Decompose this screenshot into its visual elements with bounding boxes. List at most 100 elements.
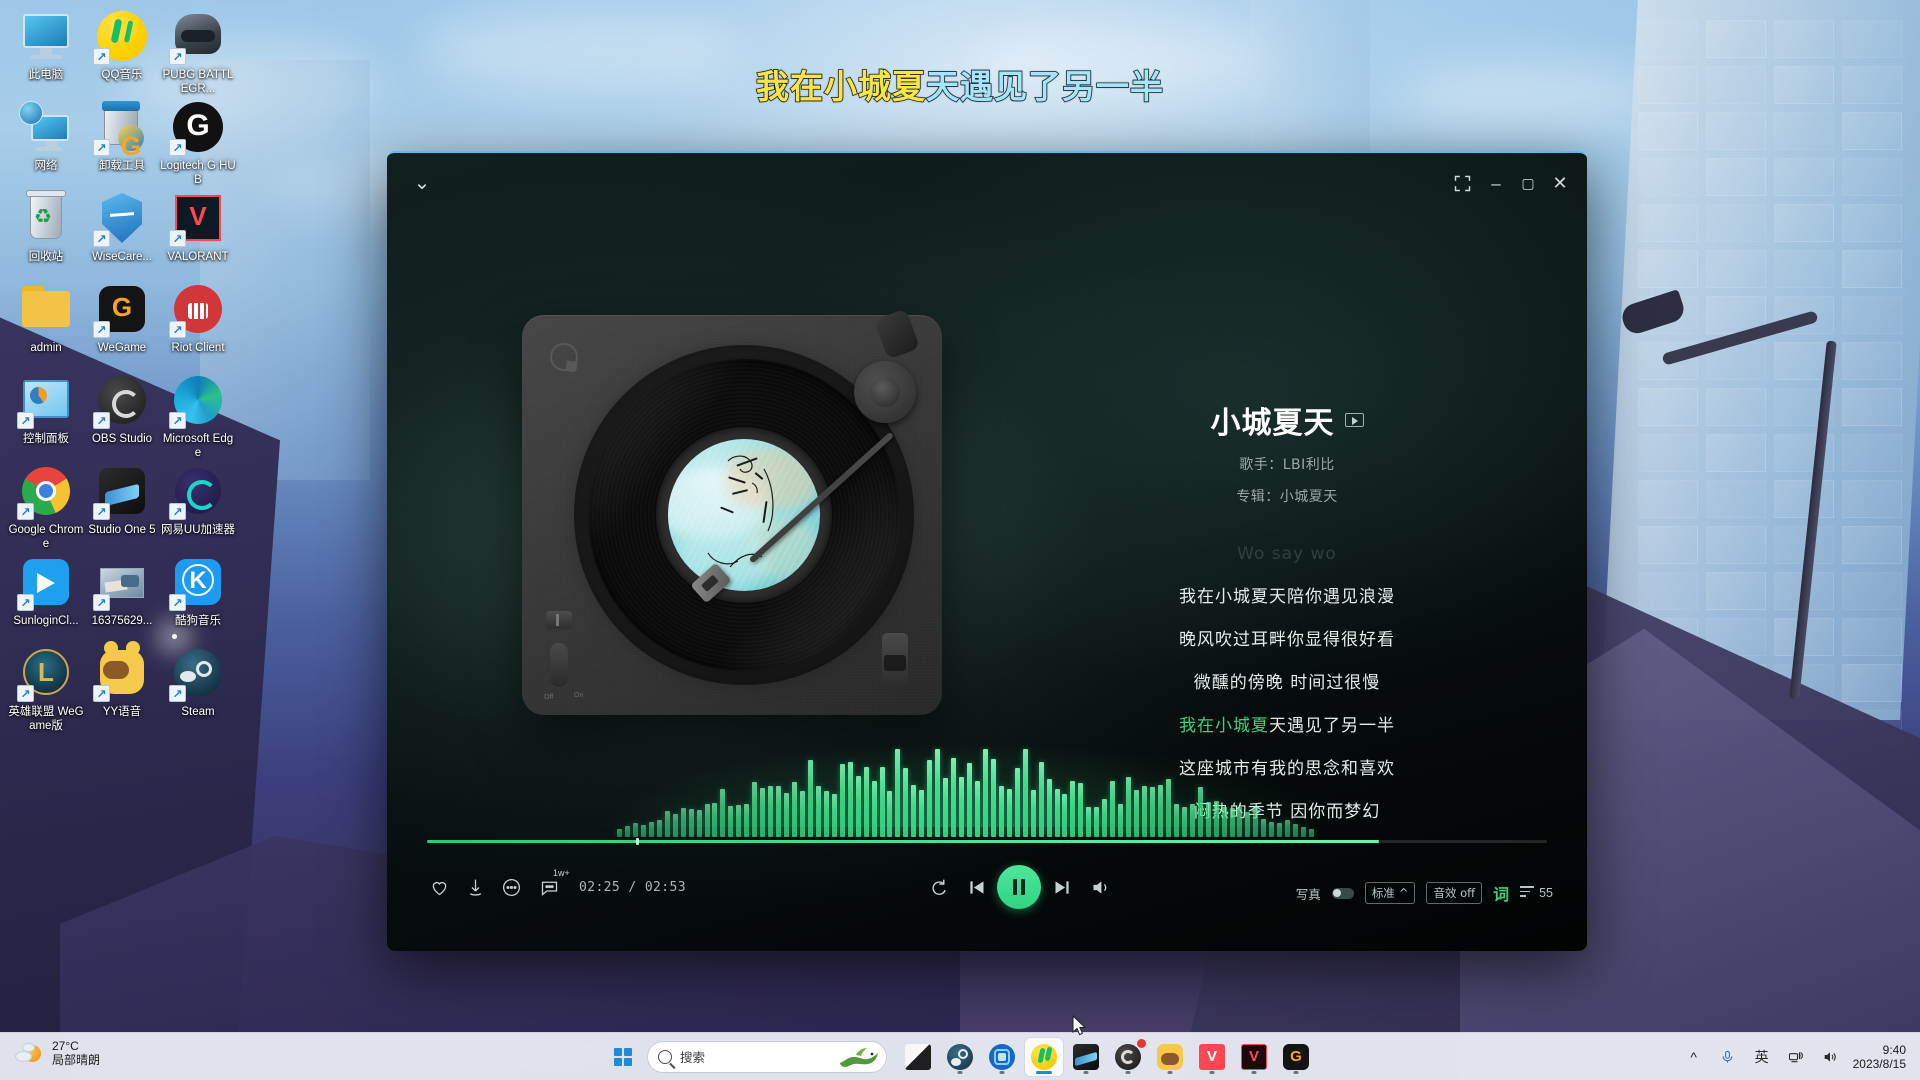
taskbar-app-list: V V G	[899, 1037, 1315, 1076]
collapse-chevron-down-icon[interactable]: ⌄	[407, 169, 437, 197]
close-icon[interactable]: ✕	[1545, 169, 1575, 197]
taskbar-app-yy-voice[interactable]	[1151, 1038, 1189, 1076]
qq-music-player-window[interactable]: ⌄ – ▢ ✕ Off On 小城夏天 歌手：LBI利比 专辑：小城夏天 Wo …	[387, 151, 1587, 951]
shortcut-arrow-icon	[17, 412, 34, 429]
shortcut-arrow-icon	[169, 412, 186, 429]
play-pause-button[interactable]	[997, 865, 1041, 909]
desktop-icon-recyclebin[interactable]: ♻ 回收站	[8, 190, 84, 264]
desktop-icon-cpanel[interactable]: 控制面板	[8, 372, 84, 446]
audio-effects-button[interactable]: 音效 off	[1426, 882, 1483, 904]
lyric-unsung-part: 天遇见了另一半	[1269, 716, 1395, 736]
chevron-up-icon: ^	[1398, 886, 1409, 900]
obs-icon	[93, 372, 150, 429]
audio-visualizer	[387, 745, 1587, 837]
more-icon[interactable]	[499, 875, 523, 899]
speaker-volume-icon[interactable]	[1819, 1044, 1841, 1070]
playlist-icon	[1520, 886, 1535, 900]
running-indicator	[1036, 1070, 1052, 1074]
desktop-icon-label: 回收站	[28, 251, 64, 263]
desktop-icon-label: 英雄联盟 WeGame版	[8, 706, 84, 732]
desktop-icon-kugou[interactable]: 酷狗音乐	[160, 554, 236, 628]
clock[interactable]: 9:40 2023/8/15	[1853, 1043, 1912, 1071]
desktop-icon-yy[interactable]: YY语音	[84, 641, 160, 719]
lyric-line[interactable]: 我在小城夏天陪你遇见浪漫	[1007, 576, 1567, 619]
desktop-icon-folder[interactable]: admin	[8, 281, 84, 355]
mouse-cursor	[1072, 1014, 1088, 1037]
pubg-icon	[169, 8, 226, 65]
playlist-button[interactable]: 55	[1520, 886, 1553, 900]
desktop-icon-valorant[interactable]: VALORANT	[160, 190, 236, 264]
desktop-icon-edge[interactable]: Microsoft Edge	[160, 372, 236, 460]
tonearm-pivot	[854, 361, 916, 423]
desktop-icon-studioone[interactable]: Studio One 5	[84, 463, 160, 537]
desktop-icon-ghub[interactable]: Logitech G HUB	[160, 99, 236, 187]
download-icon[interactable]	[463, 875, 487, 899]
quality-selector[interactable]: 标准 ^	[1364, 882, 1416, 904]
tray-chevron-up-icon[interactable]: ^	[1683, 1044, 1705, 1070]
like-icon[interactable]	[427, 875, 451, 899]
previous-icon[interactable]	[963, 874, 989, 900]
shortcut-arrow-icon	[93, 685, 110, 702]
maximize-icon[interactable]: ▢	[1513, 169, 1543, 197]
microphone-icon[interactable]	[1717, 1044, 1739, 1070]
taskbar-app-studio-one[interactable]	[1067, 1038, 1105, 1076]
yy-icon	[93, 641, 150, 702]
lyric-line[interactable]: 微醺的傍晚 时间过很慢	[1007, 662, 1567, 705]
desktop-icon-label: WiseCare...	[91, 251, 153, 263]
turntable-speed-slider[interactable]	[882, 633, 908, 689]
turntable-power-switch[interactable]	[550, 643, 568, 687]
desktop-icon-photo[interactable]: 16375629...	[84, 554, 160, 628]
desktop-icon-wisecare[interactable]: WiseCare...	[84, 190, 160, 264]
taskbar-app-sunlogin[interactable]	[983, 1038, 1021, 1076]
ime-indicator[interactable]: 英	[1751, 1044, 1773, 1070]
desktop-icon-label: Studio One 5	[88, 524, 156, 536]
taskbar-app-obs-studio[interactable]	[1109, 1038, 1147, 1076]
pause-icon	[1013, 879, 1025, 895]
comment-icon[interactable]: 1w+	[535, 868, 570, 901]
taskbar-app-valorant[interactable]: V	[1193, 1038, 1231, 1076]
search-input[interactable]: 搜索	[647, 1040, 887, 1073]
comment-count-badge: 1w+	[553, 868, 570, 878]
shortcut-arrow-icon	[169, 503, 186, 520]
desktop-icon-obs[interactable]: OBS Studio	[84, 372, 160, 446]
audio-effects-label: 音效 off	[1433, 886, 1476, 900]
taskbar-app-file-explorer[interactable]	[899, 1038, 937, 1076]
taskbar-app-steam[interactable]	[941, 1038, 979, 1076]
lyric-line-active[interactable]: 我在小城夏天遇见了另一半	[1007, 705, 1567, 748]
desktop-icon-sunlogin[interactable]: SunloginCl...	[8, 554, 84, 628]
next-icon[interactable]	[1049, 874, 1075, 900]
mv-play-icon[interactable]	[1344, 413, 1364, 427]
lyric-line[interactable]: Wo say wo	[1007, 533, 1567, 576]
lyric-line[interactable]: 晚风吹过耳畔你显得很好看	[1007, 619, 1567, 662]
network-icon[interactable]	[1785, 1044, 1807, 1070]
desktop-icon-uninstall[interactable]: 卸载工具	[84, 99, 160, 173]
progress-fill	[427, 840, 1379, 843]
progress-bar[interactable]	[427, 838, 1547, 845]
turntable-knob[interactable]	[546, 611, 572, 629]
repeat-icon[interactable]	[925, 874, 951, 900]
photo-mode-toggle[interactable]	[1331, 887, 1354, 899]
taskbar-app-wegame[interactable]: G	[1277, 1038, 1315, 1076]
notification-badge	[1137, 1038, 1146, 1048]
song-artist: 歌手：LBI利比	[1239, 457, 1335, 473]
shortcut-arrow-icon	[17, 503, 34, 520]
turntable-player[interactable]: Off On	[522, 308, 942, 715]
desktop-icon-lol[interactable]: 英雄联盟 WeGame版	[8, 645, 84, 733]
volume-icon[interactable]	[1087, 874, 1113, 900]
taskbar-app-valorant-2[interactable]: V	[1235, 1038, 1273, 1076]
desktop-icon-riot[interactable]: Riot Client	[160, 281, 236, 355]
turntable-brand-icon	[550, 343, 578, 371]
start-button[interactable]	[605, 1039, 641, 1075]
minimize-icon[interactable]: –	[1481, 169, 1511, 197]
running-indicator	[999, 1070, 1005, 1074]
lyrics-toggle-button[interactable]: 词	[1493, 881, 1509, 905]
desktop-lyric-overlay[interactable]: 我在小城夏天遇见了另一半	[0, 60, 1920, 108]
desktop-icon-uu[interactable]: 网易UU加速器	[160, 463, 236, 537]
desktop-icon-steam[interactable]: Steam	[160, 645, 236, 719]
fullscreen-expand-icon[interactable]	[1447, 169, 1477, 197]
desktop-icon-wegame[interactable]: WeGame	[84, 281, 160, 355]
desktop-icon-chrome[interactable]: Google Chrome	[8, 463, 84, 551]
desktop-icon-network[interactable]: 网络	[8, 99, 84, 173]
player-titlebar[interactable]: ⌄ – ▢ ✕	[387, 153, 1587, 215]
taskbar-app-qq-music[interactable]	[1025, 1037, 1063, 1076]
